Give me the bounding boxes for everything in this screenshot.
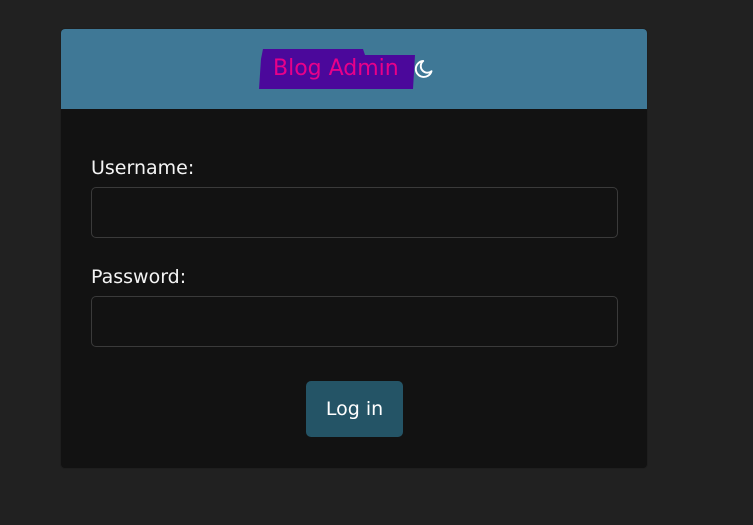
password-label: Password:	[91, 266, 187, 288]
password-input[interactable]	[91, 296, 618, 347]
brand: Blog Admin	[259, 49, 415, 89]
crescent-moon-icon[interactable]	[412, 58, 434, 80]
username-label: Username:	[91, 157, 195, 179]
username-input[interactable]	[91, 187, 618, 238]
app-title: Blog Admin	[273, 56, 399, 81]
login-card: Blog Admin Username: Password: Log in	[60, 28, 648, 469]
login-button[interactable]: Log in	[306, 381, 403, 437]
card-header: Blog Admin	[61, 29, 647, 109]
